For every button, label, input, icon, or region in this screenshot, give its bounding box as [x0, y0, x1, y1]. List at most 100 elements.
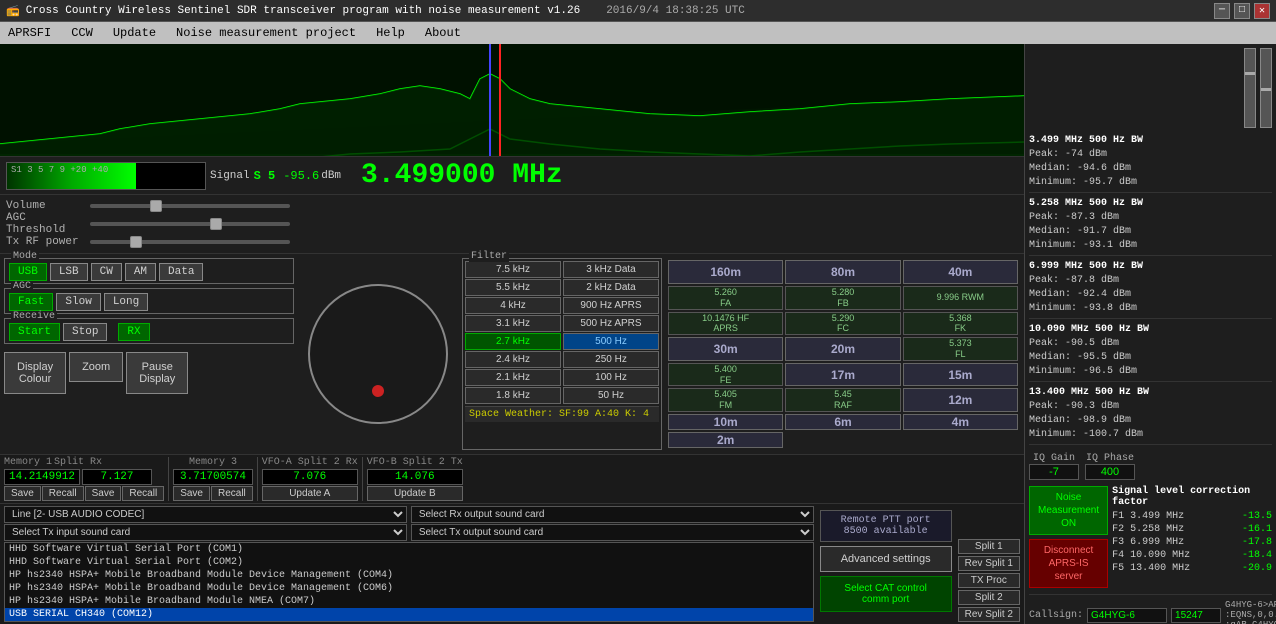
stop-button[interactable]: Stop [63, 323, 107, 341]
band-80m[interactable]: 80m [785, 260, 900, 284]
close-button[interactable]: ✕ [1254, 3, 1270, 19]
serial-item-2[interactable]: HHD Software Virtual Serial Port (COM2) [5, 556, 813, 569]
band-17m[interactable]: 17m [785, 363, 900, 387]
band-4m[interactable]: 4m [903, 414, 1018, 430]
zoom-button[interactable]: Zoom [69, 352, 123, 382]
filter-1.8k[interactable]: 1.8 kHz [465, 387, 561, 404]
serial-item-4[interactable]: HP hs2340 HSPA+ Mobile Broadband Module … [5, 582, 813, 595]
filter-2.7k[interactable]: 2.7 kHz [465, 333, 561, 350]
menu-about[interactable]: About [421, 25, 465, 41]
rev-split2-button[interactable]: Rev Split 2 [958, 607, 1020, 622]
filter-500hz[interactable]: 500 Hz [563, 333, 659, 350]
iq-gain-slider[interactable] [1244, 48, 1256, 128]
filter-2.1k[interactable]: 2.1 kHz [465, 369, 561, 386]
maximize-button[interactable]: □ [1234, 3, 1250, 19]
callsign-input[interactable] [1087, 608, 1167, 623]
agc-slow[interactable]: Slow [56, 293, 100, 311]
filter-50hz[interactable]: 50 Hz [563, 387, 659, 404]
menu-noise[interactable]: Noise measurement project [172, 25, 360, 41]
band-9996[interactable]: 9.996 RWM [903, 286, 1018, 310]
menu-update[interactable]: Update [109, 25, 160, 41]
iq-phase-input[interactable] [1085, 464, 1135, 480]
band-160m[interactable]: 160m [668, 260, 783, 284]
filter-3.1k[interactable]: 3.1 kHz [465, 315, 561, 332]
volume-slider-track[interactable] [90, 204, 290, 208]
mem1-recall[interactable]: Recall [42, 486, 84, 501]
band-20m[interactable]: 20m [785, 337, 900, 361]
mode-am[interactable]: AM [125, 263, 156, 281]
update-b-button[interactable]: Update B [367, 486, 463, 501]
mode-usb[interactable]: USB [9, 263, 47, 281]
rx-button[interactable]: RX [118, 323, 149, 341]
mem2-save[interactable]: Save [85, 486, 122, 501]
filter-2.4k[interactable]: 2.4 kHz [465, 351, 561, 368]
tx-slider-track[interactable] [90, 240, 290, 244]
agc-thumb[interactable] [210, 218, 222, 230]
band-2m[interactable]: 2m [668, 432, 783, 448]
mem1-save[interactable]: Save [4, 486, 41, 501]
agc-long[interactable]: Long [104, 293, 148, 311]
band-15m[interactable]: 15m [903, 363, 1018, 387]
disconnect-aprs-button[interactable]: Disconnect APRS-IS server [1029, 539, 1108, 588]
cat-button[interactable]: Select CAT control comm port [820, 576, 952, 612]
menu-help[interactable]: Help [372, 25, 409, 41]
filter-4k[interactable]: 4 kHz [465, 297, 561, 314]
band-40m[interactable]: 40m [903, 260, 1018, 284]
iq-gain-input[interactable] [1029, 464, 1079, 480]
tx-card-select[interactable]: Select Tx output sound card [411, 524, 814, 541]
band-5260[interactable]: 5.260FA [668, 286, 783, 310]
mode-cw[interactable]: CW [91, 263, 122, 281]
advanced-settings-button[interactable]: Advanced settings [820, 546, 952, 572]
start-button[interactable]: Start [9, 323, 60, 341]
serial-item-1[interactable]: HHD Software Virtual Serial Port (COM1) [5, 543, 813, 556]
band-5405[interactable]: 5.405FM [668, 388, 783, 412]
band-30m[interactable]: 30m [668, 337, 783, 361]
band-10147[interactable]: 10.1476 HFAPRS [668, 312, 783, 336]
band-6m[interactable]: 6m [785, 414, 900, 430]
agc-slider-track[interactable] [90, 222, 290, 226]
split1-button[interactable]: Split 1 [958, 539, 1020, 554]
rx-card-select[interactable]: Select Rx output sound card [411, 506, 814, 523]
filter-100hz[interactable]: 100 Hz [563, 369, 659, 386]
tuning-circle[interactable] [308, 284, 448, 424]
iq-phase-slider[interactable] [1260, 48, 1272, 128]
serial-item-3[interactable]: HP hs2340 HSPA+ Mobile Broadband Module … [5, 569, 813, 582]
freq-display[interactable]: 3.499000 MHz [361, 160, 563, 191]
filter-7.5k[interactable]: 7.5 kHz [465, 261, 561, 278]
volume-thumb[interactable] [150, 200, 162, 212]
tx-thumb[interactable] [130, 236, 142, 248]
port-input[interactable] [1171, 608, 1221, 623]
band-545[interactable]: 5.45RAF [785, 388, 900, 412]
menu-ccw[interactable]: CCW [67, 25, 97, 41]
mem3-save[interactable]: Save [173, 486, 210, 501]
band-5280[interactable]: 5.280FB [785, 286, 900, 310]
filter-500hz-aprs[interactable]: 500 Hz APRS [563, 315, 659, 332]
filter-2k-data[interactable]: 2 kHz Data [563, 279, 659, 296]
mode-lsb[interactable]: LSB [50, 263, 88, 281]
noise-measurement-button[interactable]: Noise Measurement ON [1029, 486, 1108, 535]
mem2-recall[interactable]: Recall [122, 486, 164, 501]
filter-3k-data[interactable]: 3 kHz Data [563, 261, 659, 278]
band-10m[interactable]: 10m [668, 414, 783, 430]
split2-button[interactable]: Split 2 [958, 590, 1020, 605]
agc-fast[interactable]: Fast [9, 293, 53, 311]
serial-item-6[interactable]: USB SERIAL CH340 (COM12) [5, 608, 813, 621]
mode-data[interactable]: Data [159, 263, 203, 281]
filter-900hz-aprs[interactable]: 900 Hz APRS [563, 297, 659, 314]
serial-item-5[interactable]: HP hs2340 HSPA+ Mobile Broadband Module … [5, 595, 813, 608]
minimize-button[interactable]: ─ [1214, 3, 1230, 19]
tx-proc-button[interactable]: TX Proc [958, 573, 1020, 588]
filter-5.5k[interactable]: 5.5 kHz [465, 279, 561, 296]
band-5373[interactable]: 5.373FL [903, 337, 1018, 361]
serial-port-list[interactable]: HHD Software Virtual Serial Port (COM1) … [4, 542, 814, 622]
tx-input-select[interactable]: Select Tx input sound card [4, 524, 407, 541]
mem3-recall[interactable]: Recall [211, 486, 253, 501]
display-colour-button[interactable]: Display Colour [4, 352, 66, 394]
band-5290[interactable]: 5.290FC [785, 312, 900, 336]
update-a-button[interactable]: Update A [262, 486, 358, 501]
band-5400[interactable]: 5.400FE [668, 363, 783, 387]
input-audio-select[interactable]: Line [2- USB AUDIO CODEC] [4, 506, 407, 523]
band-12m[interactable]: 12m [903, 388, 1018, 412]
rev-split1-button[interactable]: Rev Split 1 [958, 556, 1020, 571]
pause-display-button[interactable]: Pause Display [126, 352, 188, 394]
